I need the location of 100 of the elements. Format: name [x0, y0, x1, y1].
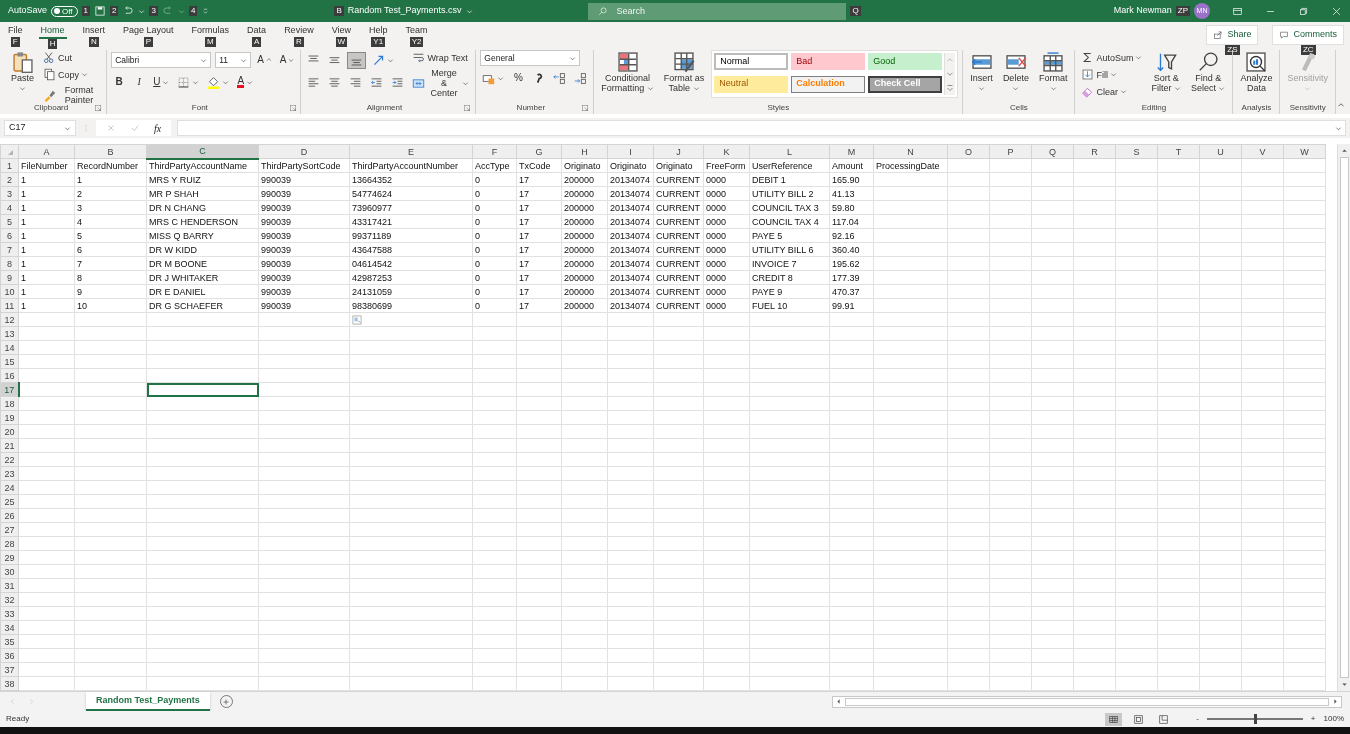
dropdown-field[interactable]: 11 [215, 52, 252, 68]
table-cell: 17 [516, 172, 562, 187]
column-header[interactable]: J [653, 144, 704, 159]
column-header[interactable]: N [873, 144, 948, 159]
scroll-thumb[interactable] [1339, 157, 1349, 678]
column-header[interactable]: H [561, 144, 608, 159]
column-header[interactable]: R [1073, 144, 1116, 159]
active-cell[interactable] [146, 382, 259, 397]
ribbon-tab[interactable]: View [329, 25, 353, 37]
font-color-button[interactable]: A [235, 75, 256, 89]
column-header[interactable]: L [749, 144, 830, 159]
ribbon-button[interactable]: Copy [41, 67, 103, 82]
column-header[interactable]: I [607, 144, 654, 159]
table-brush-icon [673, 51, 696, 73]
column-header[interactable]: K [703, 144, 750, 159]
name-box[interactable]: C17 [4, 120, 76, 136]
column-header[interactable]: F [472, 144, 517, 159]
column-header[interactable]: P [989, 144, 1032, 159]
ribbon-tab[interactable]: Page Layout [121, 25, 176, 37]
column-header[interactable]: O [947, 144, 990, 159]
ribbon-button[interactable]: Delete [999, 50, 1032, 94]
table-cell: 1 [18, 200, 75, 215]
ribbon-button[interactable]: Fill [1079, 67, 1145, 82]
column-header[interactable]: S [1115, 144, 1158, 159]
font-size-button[interactable]: A [277, 54, 297, 66]
table-cell: CURRENT [653, 186, 704, 201]
insert-function-button[interactable]: fx [154, 120, 162, 136]
cell-style[interactable]: Good [868, 53, 943, 70]
ribbon-tab[interactable]: Team [403, 25, 430, 37]
symbol-button[interactable]: % [510, 72, 527, 84]
ribbon-button[interactable]: Paste [8, 50, 37, 94]
column-header[interactable]: C [146, 144, 259, 159]
scroll-thumb[interactable] [845, 697, 1329, 706]
zoom-out-button[interactable]: - [1196, 713, 1199, 725]
table-cell: 990039 [258, 200, 350, 215]
zoom-in-button[interactable]: + [1310, 713, 1316, 725]
ribbon-tab[interactable]: Help [367, 25, 390, 37]
table-cell: 165.90 [829, 172, 874, 187]
bold-button[interactable]: B [111, 76, 128, 88]
table-cell: 99371189 [349, 228, 473, 243]
sheet-tab[interactable]: Random Test_Payments [86, 691, 210, 712]
column-header[interactable]: M [829, 144, 874, 159]
dropdown-field[interactable]: Calibri [111, 52, 212, 68]
table-cell: CURRENT [653, 228, 704, 243]
vertical-scrollbar[interactable] [1337, 144, 1350, 691]
column-header[interactable]: B [74, 144, 147, 159]
table-cell: 24131059 [349, 284, 473, 299]
ribbon-tab[interactable]: File [6, 25, 25, 37]
autosave-label: AutoSave [8, 4, 48, 18]
table-cell: 20134074 [607, 284, 654, 299]
cell-style[interactable]: Neutral [714, 75, 789, 93]
column-header[interactable]: G [516, 144, 562, 159]
font-size-button[interactable]: A [255, 54, 274, 66]
table-cell: 2 [74, 186, 147, 201]
formula-field[interactable] [177, 120, 1346, 136]
ribbon-button[interactable]: Format as Table [660, 50, 708, 94]
check-icon [130, 123, 140, 133]
ribbon-button[interactable]: Conditional Formatting [598, 50, 657, 94]
column-header[interactable]: D [258, 144, 350, 159]
keytip: F [10, 37, 20, 47]
column-header[interactable]: U [1199, 144, 1242, 159]
ribbon-tab[interactable]: Formulas [189, 25, 232, 37]
underline-button[interactable]: U [151, 76, 172, 88]
view-button[interactable] [1105, 712, 1123, 726]
ribbon-button[interactable]: Wrap Text [410, 50, 472, 65]
ribbon-button[interactable]: Cut [41, 50, 103, 65]
keytip: M [205, 37, 216, 47]
ribbon-button[interactable]: Clear [1079, 84, 1145, 99]
copy-icon [43, 68, 56, 81]
column-header[interactable]: Q [1031, 144, 1074, 159]
table-cell: 20134074 [607, 228, 654, 243]
column-header[interactable]: T [1157, 144, 1200, 159]
italic-button[interactable]: I [131, 76, 148, 88]
ribbon-button[interactable]: AutoSum [1079, 50, 1145, 65]
table-cell: Originato [653, 158, 704, 173]
table-cell: 200000 [561, 214, 608, 229]
dropdown-field[interactable]: General [480, 50, 581, 66]
ribbon-button[interactable]: Sort & Filter [1148, 50, 1184, 94]
comments-button[interactable]: Comments [1272, 25, 1344, 45]
keytip: ZC [1300, 44, 1316, 55]
cell-style[interactable]: Normal [714, 53, 789, 70]
ribbon-button[interactable]: Analyze Data [1237, 50, 1276, 94]
column-header[interactable]: V [1241, 144, 1284, 159]
ribbon-button[interactable]: Merge & Center [410, 67, 472, 99]
horizontal-scrollbar[interactable] [832, 695, 1342, 708]
table-cell: 1 [18, 284, 75, 299]
ribbon-button[interactable]: Format Painter [41, 84, 103, 106]
column-header[interactable]: A [18, 144, 75, 159]
table-cell: INVOICE 7 [749, 256, 830, 271]
slider-thumb[interactable] [1253, 714, 1257, 724]
ribbon-tab[interactable]: Review [282, 25, 316, 37]
share-button[interactable]: Share [1206, 25, 1259, 45]
table-cell: 470.37 [829, 284, 874, 299]
column-header[interactable]: E [349, 144, 473, 159]
ribbon-tab[interactable]: Insert [80, 25, 108, 37]
ribbon-button[interactable]: Format [1035, 50, 1071, 94]
column-header[interactable]: W [1283, 144, 1326, 159]
ribbon-tab[interactable]: Data [245, 25, 269, 37]
ribbon-button[interactable]: Insert [967, 50, 996, 94]
cell-style[interactable]: Bad [791, 53, 866, 70]
